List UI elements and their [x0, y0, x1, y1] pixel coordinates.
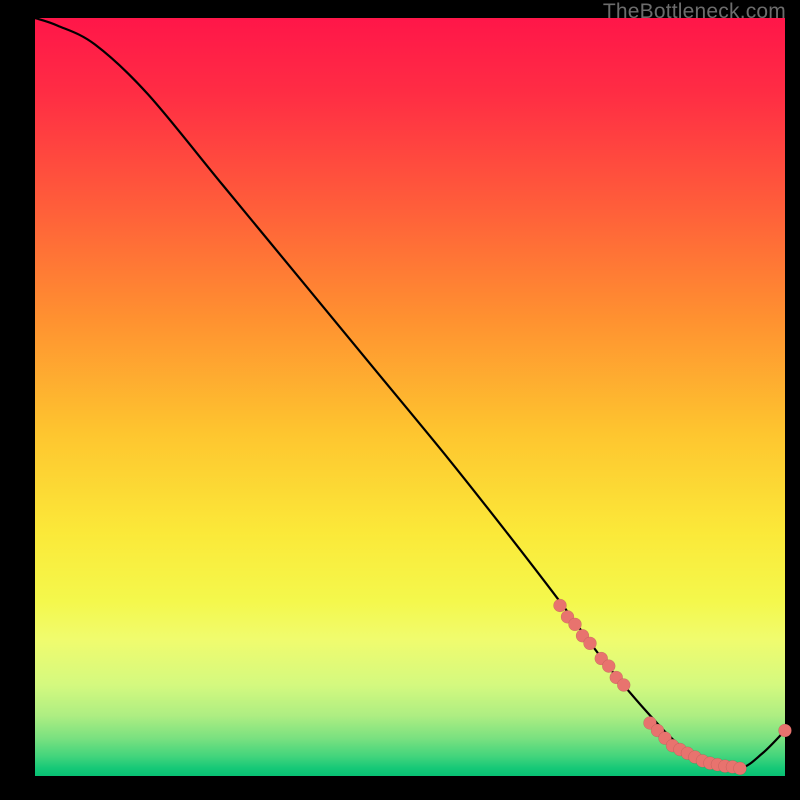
data-points: [554, 599, 792, 775]
data-point: [602, 660, 615, 673]
chart-svg: [35, 18, 785, 776]
data-point: [734, 762, 747, 775]
data-point: [554, 599, 567, 612]
bottleneck-curve: [35, 18, 785, 769]
chart-container: TheBottleneck.com: [0, 0, 800, 800]
data-point: [584, 637, 597, 650]
data-point: [617, 679, 630, 692]
data-point: [569, 618, 582, 631]
plot-area: [35, 18, 785, 776]
data-point: [779, 724, 792, 737]
